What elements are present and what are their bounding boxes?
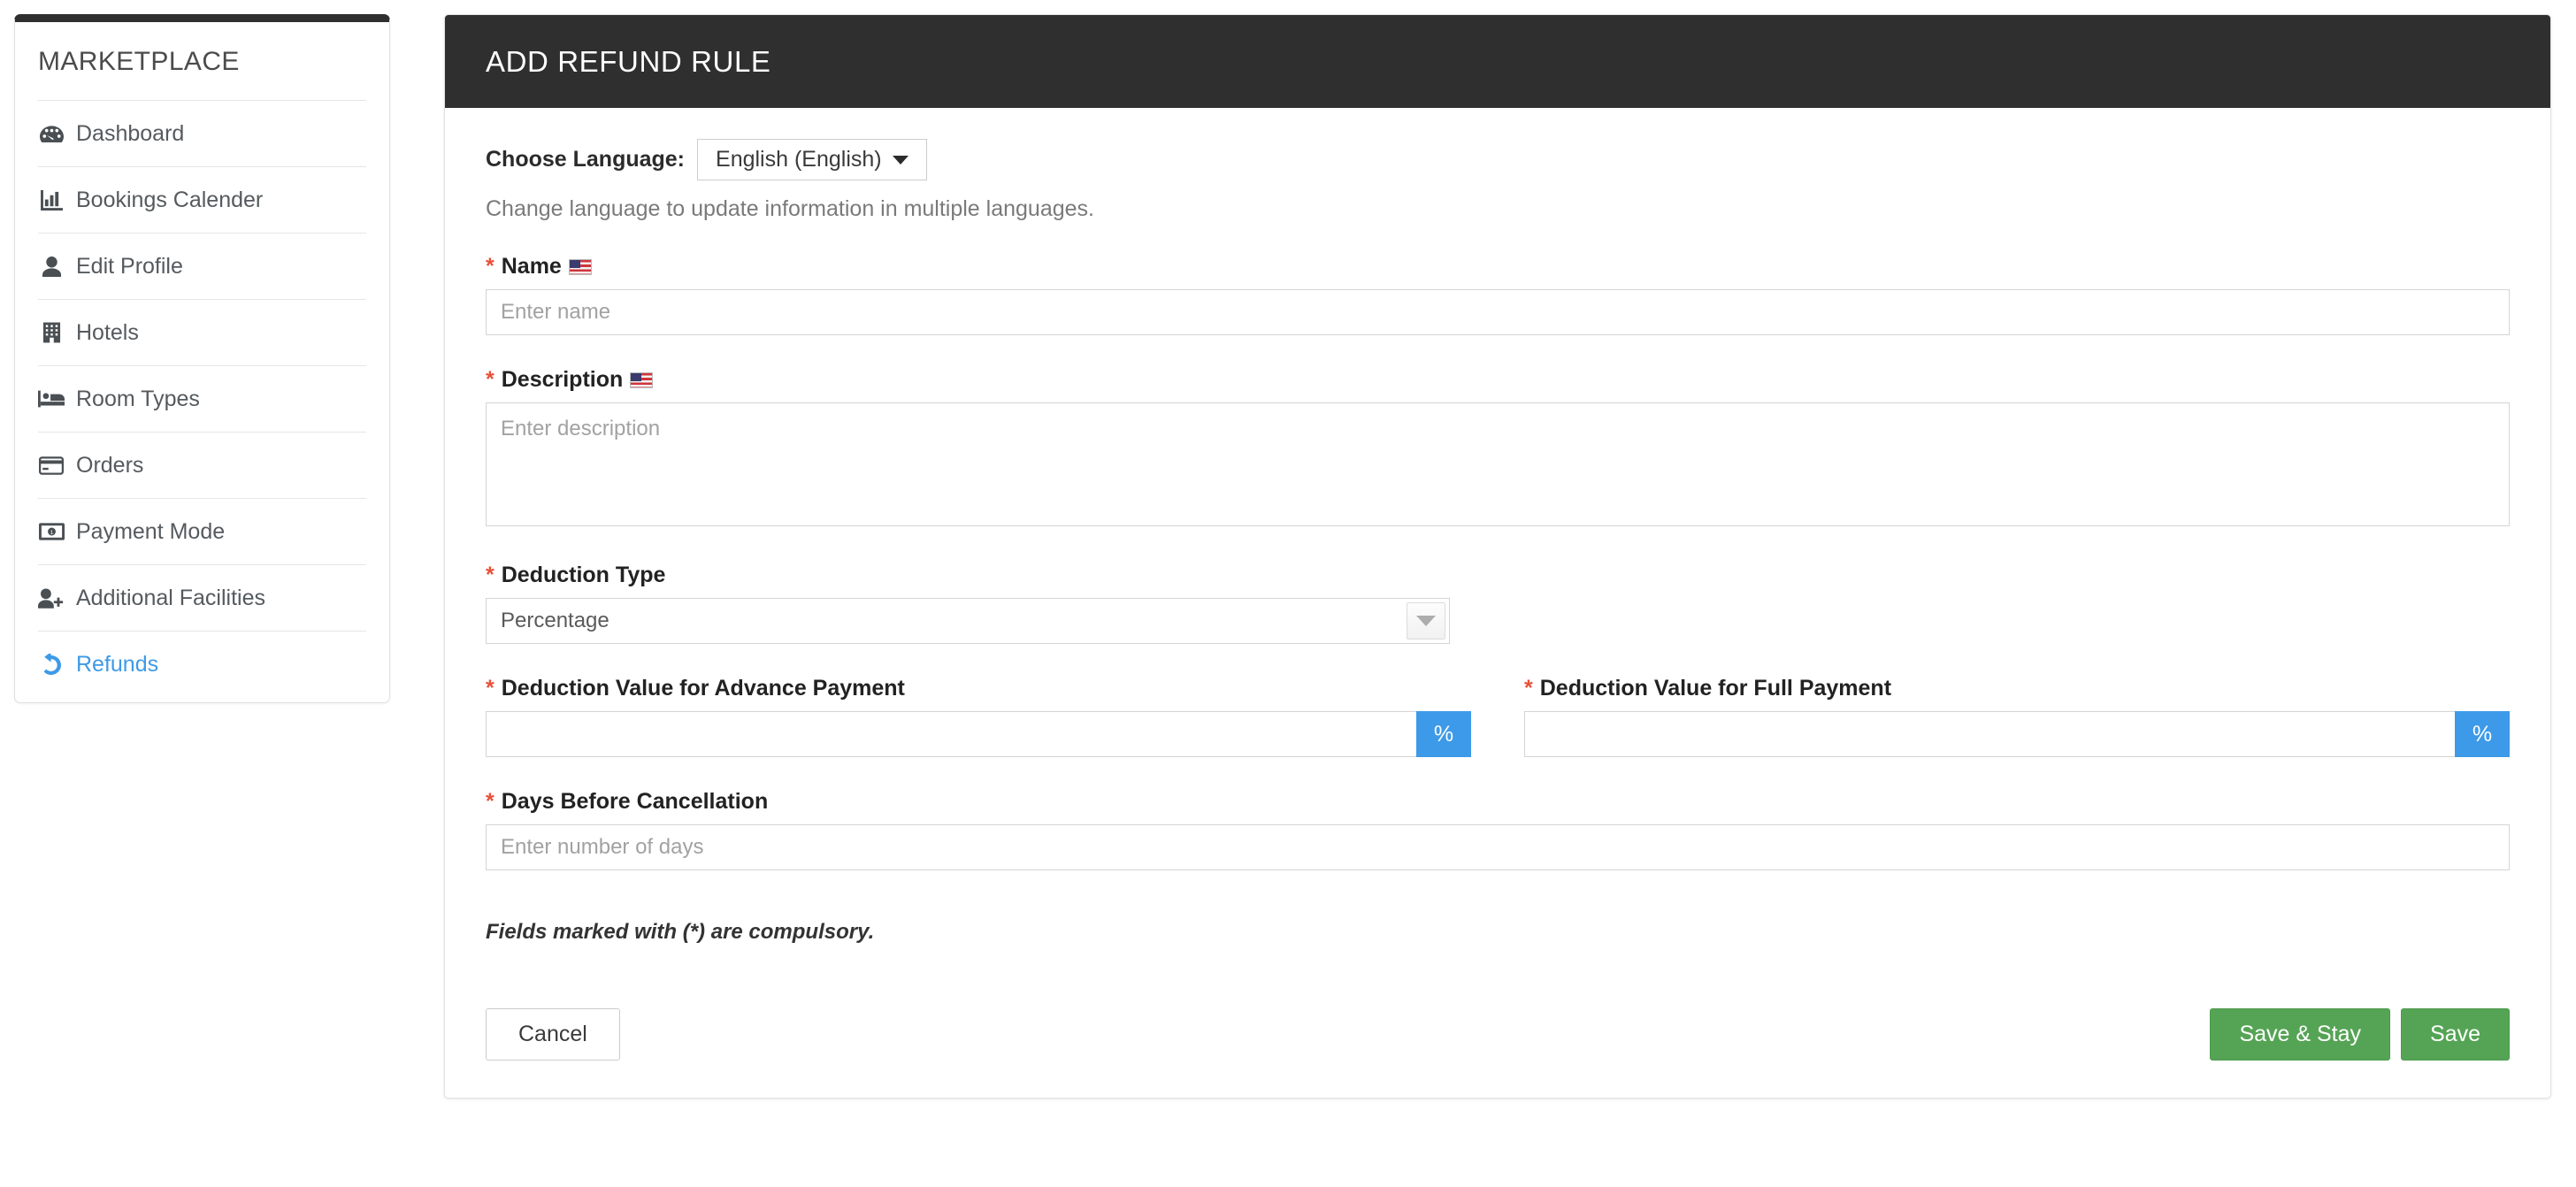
description-field-group: * Description	[486, 369, 2510, 531]
description-label: * Description	[486, 369, 2510, 391]
sidebar: MARKETPLACE Dashboard Bookings Calender …	[14, 14, 390, 703]
sidebar-item-label: Additional Facilities	[76, 585, 265, 610]
dashboard-icon	[38, 122, 65, 145]
building-icon	[38, 321, 65, 344]
dropdown-arrow-button[interactable]	[1407, 602, 1445, 639]
sidebar-item-bookings-calender[interactable]: Bookings Calender	[38, 166, 366, 233]
full-payment-label-text: Deduction Value for Full Payment	[1539, 676, 1892, 701]
advance-payment-label-text: Deduction Value for Advance Payment	[501, 676, 905, 701]
required-marker: *	[486, 676, 494, 701]
sidebar-item-room-types[interactable]: Room Types	[38, 365, 366, 432]
sidebar-item-edit-profile[interactable]: Edit Profile	[38, 233, 366, 299]
advance-payment-input[interactable]	[486, 711, 1416, 757]
us-flag-icon	[568, 258, 592, 275]
page-title: ADD REFUND RULE	[445, 15, 2550, 108]
deduction-type-label-text: Deduction Type	[501, 563, 666, 587]
form-body: Choose Language: English (English) Chang…	[445, 139, 2550, 1061]
sidebar-item-label: Hotels	[76, 319, 139, 345]
language-hint: Change language to update information in…	[486, 196, 1094, 221]
full-payment-input-group: %	[1524, 711, 2510, 757]
user-icon	[38, 255, 65, 278]
full-payment-input[interactable]	[1524, 711, 2455, 757]
credit-card-icon	[38, 454, 65, 477]
cancel-button[interactable]: Cancel	[486, 1008, 620, 1061]
sidebar-item-additional-facilities[interactable]: Additional Facilities	[38, 564, 366, 631]
save-and-stay-button[interactable]: Save & Stay	[2210, 1008, 2391, 1061]
chevron-down-icon	[1416, 616, 1436, 626]
advance-payment-field-group: * Deduction Value for Advance Payment %	[486, 678, 1471, 757]
name-field-group: * Name	[486, 256, 2510, 335]
days-before-cancellation-input[interactable]	[486, 824, 2510, 870]
language-select-value: English (English)	[716, 147, 882, 172]
required-marker: *	[486, 367, 494, 392]
save-buttons-group: Save & Stay Save	[2210, 1008, 2510, 1061]
full-payment-field-group: * Deduction Value for Full Payment %	[1524, 678, 2510, 757]
add-refund-rule-card: ADD REFUND RULE Choose Language: English…	[444, 14, 2551, 1099]
sidebar-item-refunds[interactable]: Refunds	[38, 631, 366, 702]
required-marker: *	[486, 254, 494, 279]
form-actions: Cancel Save & Stay Save	[486, 1008, 2510, 1061]
sidebar-title: MARKETPLACE	[38, 47, 240, 76]
percent-addon-full[interactable]: %	[2455, 711, 2510, 757]
required-marker: *	[486, 563, 494, 587]
sidebar-item-label: Bookings Calender	[76, 187, 264, 212]
undo-icon	[38, 653, 65, 676]
sidebar-item-label: Orders	[76, 452, 144, 478]
money-bill-icon: 1	[38, 520, 65, 543]
deduction-type-label: * Deduction Type	[486, 564, 2510, 586]
advance-payment-input-group: %	[486, 711, 1471, 757]
sidebar-item-label: Room Types	[76, 386, 200, 411]
page-root: MARKETPLACE Dashboard Bookings Calender …	[0, 0, 2576, 1187]
sidebar-item-hotels[interactable]: Hotels	[38, 299, 366, 365]
sidebar-item-payment-mode[interactable]: 1 Payment Mode	[38, 498, 366, 564]
name-label: * Name	[486, 256, 2510, 278]
user-plus-icon	[38, 586, 65, 609]
sidebar-item-label: Payment Mode	[76, 518, 226, 544]
percent-addon-advance[interactable]: %	[1416, 711, 1471, 757]
chevron-down-icon	[892, 155, 908, 165]
deduction-type-selected-value: Percentage	[501, 609, 610, 632]
full-payment-label: * Deduction Value for Full Payment	[1524, 678, 2510, 700]
bar-chart-icon	[38, 188, 65, 211]
deduction-type-select[interactable]: Percentage	[486, 598, 1450, 644]
sidebar-item-orders[interactable]: Orders	[38, 432, 366, 498]
sidebar-item-label: Refunds	[76, 651, 159, 677]
choose-language-label: Choose Language:	[486, 147, 686, 172]
required-marker: *	[486, 789, 494, 814]
days-before-cancellation-field-group: * Days Before Cancellation	[486, 791, 2510, 870]
svg-text:1: 1	[50, 530, 53, 536]
name-label-text: Name	[501, 254, 562, 279]
sidebar-item-label: Dashboard	[76, 120, 185, 146]
required-marker: *	[1524, 676, 1533, 701]
deduction-values-row: * Deduction Value for Advance Payment % …	[486, 678, 2510, 757]
us-flag-icon	[630, 371, 654, 388]
sidebar-item-label: Edit Profile	[76, 253, 183, 279]
language-row: Choose Language: English (English)	[486, 139, 2510, 180]
days-before-cancellation-label: * Days Before Cancellation	[486, 791, 2510, 813]
description-textarea[interactable]	[486, 402, 2510, 526]
advance-payment-label: * Deduction Value for Advance Payment	[486, 678, 1471, 700]
bed-icon	[38, 387, 65, 410]
name-input[interactable]	[486, 289, 2510, 335]
sidebar-item-dashboard[interactable]: Dashboard	[38, 100, 366, 166]
deduction-type-field-group: * Deduction Type Percentage	[486, 564, 2510, 644]
language-select[interactable]: English (English)	[697, 139, 927, 180]
description-label-text: Description	[501, 367, 624, 392]
days-before-cancellation-label-text: Days Before Cancellation	[501, 789, 769, 814]
save-button[interactable]: Save	[2401, 1008, 2510, 1061]
compulsory-fields-note: Fields marked with (*) are compulsory.	[486, 920, 875, 944]
